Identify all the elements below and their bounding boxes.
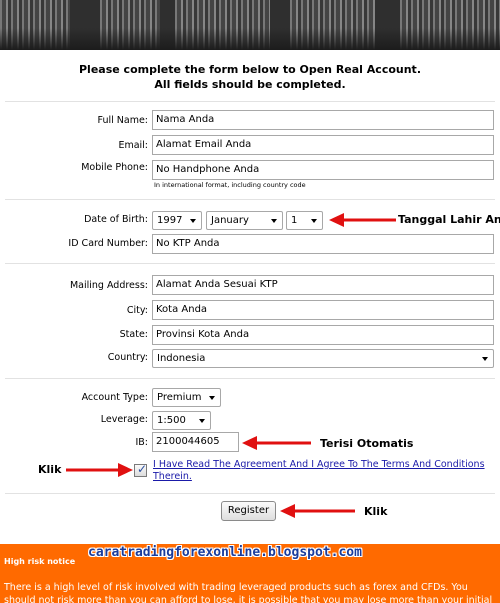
divider xyxy=(5,101,495,102)
dob-day-select[interactable]: 1 xyxy=(286,211,323,230)
id-card-label: ID Card Number: xyxy=(68,238,148,249)
mailing-address-label: Mailing Address: xyxy=(69,280,148,291)
intro-line-1: Please complete the form below to Open R… xyxy=(79,63,421,76)
account-type-label: Account Type: xyxy=(81,392,148,403)
divider xyxy=(5,199,495,200)
ib-annotation: Terisi Otomatis xyxy=(320,437,414,450)
email-input[interactable]: Alamat Email Anda xyxy=(152,135,494,155)
mailing-address-input[interactable]: Alamat Anda Sesuai KTP xyxy=(152,275,494,295)
form-intro: Please complete the form below to Open R… xyxy=(0,62,500,92)
chevron-down-icon xyxy=(482,357,488,361)
ib-input[interactable]: 2100044605 xyxy=(152,432,239,452)
chevron-down-icon xyxy=(199,419,205,423)
intro-line-2: All fields should be completed. xyxy=(154,78,346,91)
dob-year-value: 1997 xyxy=(157,215,183,226)
account-type-value: Premium xyxy=(157,392,202,403)
chevron-down-icon xyxy=(311,219,317,223)
watermark: caratradingforexonline.blogspot.com xyxy=(88,545,362,560)
risk-notice-text: There is a high level of risk involved w… xyxy=(4,582,493,603)
ib-label: IB: xyxy=(135,437,148,448)
header-shade xyxy=(0,28,500,50)
divider xyxy=(5,263,495,264)
dob-year-select[interactable]: 1997 xyxy=(152,211,202,230)
dob-month-select[interactable]: January xyxy=(206,211,283,230)
chevron-down-icon xyxy=(209,396,215,400)
checkbox-annotation: Klik xyxy=(38,463,62,476)
email-label: Email: xyxy=(118,140,148,151)
country-value: Indonesia xyxy=(157,353,206,364)
annotation-arrow-right xyxy=(66,463,133,477)
country-select[interactable]: Indonesia xyxy=(152,349,494,368)
dob-annotation: Tanggal Lahir Anda xyxy=(398,213,500,226)
full-name-input[interactable]: Nama Anda xyxy=(152,110,494,130)
id-card-input[interactable]: No KTP Anda xyxy=(152,234,494,254)
country-label: Country: xyxy=(107,352,148,363)
mobile-phone-label: Mobile Phone: xyxy=(81,162,148,173)
state-input[interactable]: Provinsi Kota Anda xyxy=(152,325,494,345)
leverage-value: 1:500 xyxy=(157,415,186,426)
city-input[interactable]: Kota Anda xyxy=(152,300,494,320)
checkmark-icon: ✓ xyxy=(137,462,148,476)
divider xyxy=(5,493,495,494)
chevron-down-icon xyxy=(271,219,277,223)
leverage-label: Leverage: xyxy=(100,414,148,425)
annotation-arrow-left xyxy=(280,504,355,518)
leverage-select[interactable]: 1:500 xyxy=(152,411,211,430)
full-name-label: Full Name: xyxy=(97,115,149,126)
risk-notice-title: High risk notice xyxy=(4,557,76,566)
register-button[interactable]: Register xyxy=(221,501,276,521)
dob-month-value: January xyxy=(211,215,249,226)
state-label: State: xyxy=(119,329,148,340)
city-label: City: xyxy=(126,305,148,316)
agreement-checkbox[interactable]: ✓ xyxy=(134,462,148,477)
header-banner xyxy=(0,0,500,50)
chevron-down-icon xyxy=(190,219,196,223)
dob-label: Date of Birth: xyxy=(84,214,148,225)
mobile-phone-input[interactable]: No Handphone Anda xyxy=(152,160,494,180)
register-annotation: Klik xyxy=(364,505,388,518)
dob-day-value: 1 xyxy=(291,215,298,226)
annotation-arrow-left xyxy=(242,436,311,450)
annotation-arrow-left xyxy=(329,213,396,227)
account-type-select[interactable]: Premium xyxy=(152,388,221,407)
agreement-link[interactable]: I Have Read The Agreement And I Agree To… xyxy=(153,459,493,483)
divider xyxy=(5,378,495,379)
mobile-phone-hint: In international format, including count… xyxy=(154,181,306,189)
